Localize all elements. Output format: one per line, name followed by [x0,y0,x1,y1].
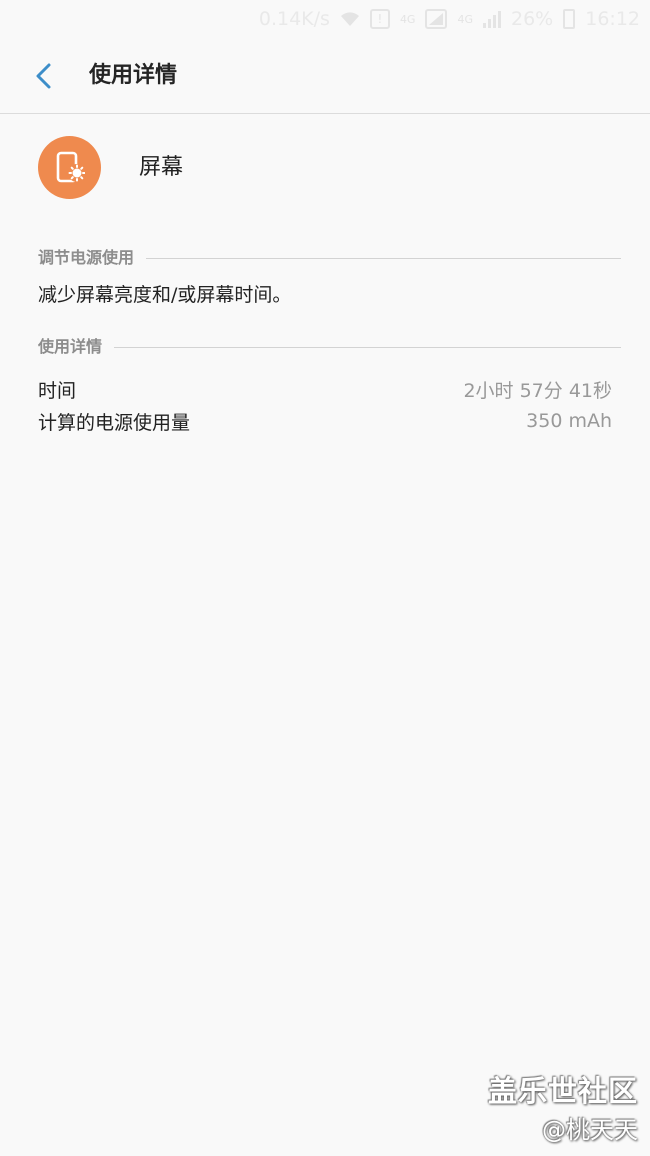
app-bar: 使用详情 [0,38,650,114]
back-button[interactable] [26,58,62,94]
section-divider [114,346,621,348]
section-header-usage-details: 使用详情 [38,335,621,359]
battery-level: 26% [511,8,554,30]
section-divider [146,257,621,259]
notification-icon: ! [369,9,390,29]
detail-row-time: 时间 2小时 57分 41秒 [38,374,612,404]
detail-label: 时间 [38,379,77,402]
screen-brightness-icon [38,136,101,199]
network-badge-4g-icon: 4G [399,12,416,26]
power-tip-text: 减少屏幕亮度和/或屏幕时间。 [38,284,292,306]
detail-row-power-usage: 计算的电源使用量 350 mAh [38,406,612,436]
watermark-author: @桃天天 [542,1116,638,1144]
detail-value: 2小时 57分 41秒 [463,379,612,402]
detail-label: 计算的电源使用量 [38,411,191,434]
section-title: 调节电源使用 [38,248,135,267]
clock: 16:12 [585,8,640,30]
status-bar: 0.14K/s ! 4G 4G 26% 16:12 [0,0,650,38]
app-name: 屏幕 [139,155,184,180]
page-title: 使用详情 [89,63,178,88]
wifi-icon [340,11,360,27]
section-header-adjust-power: 调节电源使用 [38,246,621,270]
watermark-community: 盖乐世社区 [487,1074,638,1108]
signal-strength-icon [483,10,501,28]
sim-icon [425,9,448,29]
detail-value: 350 mAh [526,410,612,432]
network-badge-4g-icon-2: 4G [457,12,473,26]
battery-icon [563,9,576,29]
chevron-left-icon [36,63,51,89]
section-title: 使用详情 [38,337,103,356]
network-speed: 0.14K/s [258,8,330,30]
app-summary: 屏幕 [38,136,618,200]
